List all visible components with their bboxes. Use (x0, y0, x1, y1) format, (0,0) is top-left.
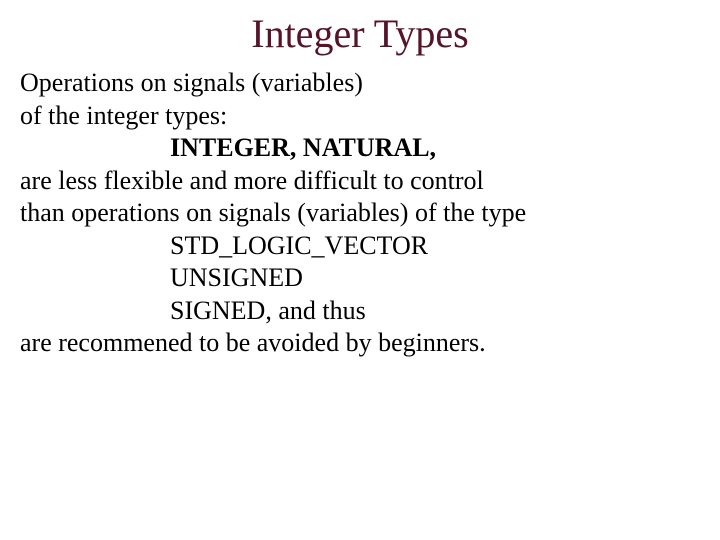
body-line-4: are less flexible and more difficult to … (20, 165, 700, 198)
slide-body: Operations on signals (variables) of the… (0, 57, 720, 360)
body-line-5: than operations on signals (variables) o… (20, 197, 700, 230)
body-line-6: STD_LOGIC_VECTOR (20, 230, 700, 263)
slide-title: Integer Types (0, 0, 720, 57)
body-line-8: SIGNED, and thus (20, 295, 700, 328)
body-line-3: INTEGER, NATURAL, (20, 132, 700, 165)
slide: Integer Types Operations on signals (var… (0, 0, 720, 540)
body-line-7: UNSIGNED (20, 262, 700, 295)
body-line-9: are recommened to be avoided by beginner… (20, 327, 700, 360)
body-line-2: of the integer types: (20, 100, 700, 133)
body-line-1: Operations on signals (variables) (20, 67, 700, 100)
